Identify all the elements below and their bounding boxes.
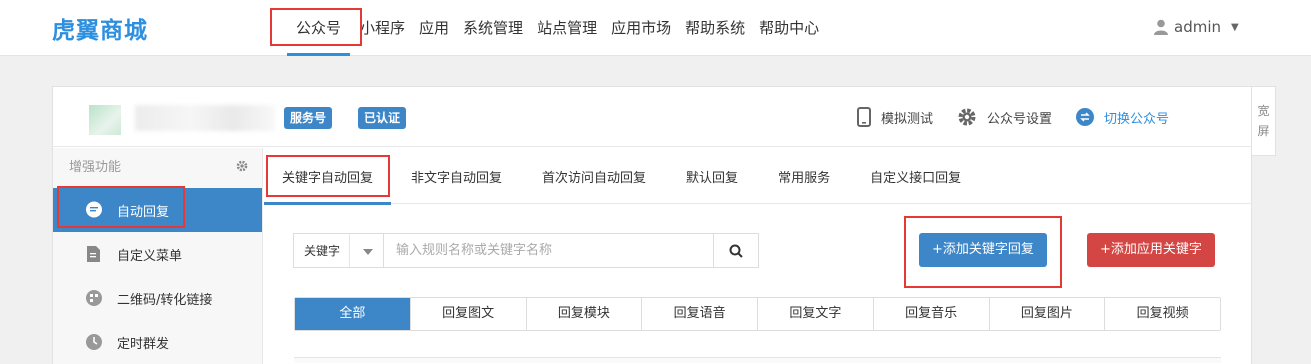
top-navbar: 虎翼商城 公众号 小程序 应用 系统管理 站点管理 应用市场 帮助系统 帮助中心… [0, 0, 1311, 56]
search-icon [729, 244, 743, 258]
qrcode-icon [85, 289, 103, 307]
top-nav: 公众号 小程序 应用 系统管理 站点管理 应用市场 帮助系统 帮助中心 [284, 0, 826, 56]
nav-system-management[interactable]: 系统管理 [456, 0, 530, 56]
rules-table-header [294, 357, 1221, 363]
service-account-badge: 服务号 [284, 107, 333, 129]
nav-site-management[interactable]: 站点管理 [530, 0, 604, 56]
nav-apps[interactable]: 应用 [412, 0, 456, 56]
caret-down-icon [363, 249, 373, 255]
wide-screen-toggle[interactable]: 宽屏 [1252, 86, 1276, 156]
tab-keyword-auto-reply[interactable]: 关键字自动回复 [264, 148, 392, 205]
sidebar: 增强功能 自动回复 自定义菜单 二维码/转化链接 定时群发 [53, 148, 263, 364]
add-keyword-reply-button[interactable]: +添加关键字回复 [919, 233, 1047, 267]
sidebar-item-scheduled-broadcast[interactable]: 定时群发 [53, 320, 262, 364]
switch-account-label: 切换公众号 [1104, 111, 1170, 127]
filter-all[interactable]: 全部 [295, 298, 411, 330]
sidebar-item-label: 定时群发 [117, 336, 170, 352]
verified-badge: 已认证 [358, 107, 407, 129]
sidebar-item-label: 自定义菜单 [117, 248, 183, 264]
add-app-keyword-button[interactable]: +添加应用关键字 [1087, 233, 1215, 267]
select-divider [349, 234, 350, 267]
document-edit-icon [85, 245, 103, 263]
username: admin [1174, 18, 1221, 36]
switch-icon [1076, 108, 1095, 126]
brand-logo[interactable]: 虎翼商城 [52, 10, 148, 46]
nav-app-market[interactable]: 应用市场 [604, 0, 678, 56]
nav-help-system[interactable]: 帮助系统 [678, 0, 752, 56]
sidebar-item-custom-menu[interactable]: 自定义菜单 [53, 232, 262, 276]
nav-mini-program[interactable]: 小程序 [353, 0, 412, 56]
main-panel: 服务号 已认证 模拟测试 公众号设置 切换公众号 增强功能 自动回复 自定义菜单… [52, 86, 1252, 364]
filter-module[interactable]: 回复模块 [527, 298, 643, 330]
nav-wechat-official[interactable]: 公众号 [284, 0, 353, 56]
account-settings-label: 公众号设置 [987, 111, 1053, 127]
reply-type-filters: 全部 回复图文 回复模块 回复语音 回复文字 回复音乐 回复图片 回复视频 [294, 297, 1221, 331]
reply-tabs: 关键字自动回复 非文字自动回复 首次访问自动回复 默认回复 常用服务 自定义接口… [264, 148, 1252, 205]
filter-image[interactable]: 回复图片 [990, 298, 1106, 330]
account-settings-button[interactable]: 公众号设置 [957, 107, 1052, 127]
sidebar-item-auto-reply[interactable]: 自动回复 [53, 188, 262, 232]
sidebar-item-qrcode[interactable]: 二维码/转化链接 [53, 276, 262, 320]
search-bar: 关键字 [293, 233, 759, 268]
sidebar-header-label: 增强功能 [69, 160, 122, 175]
tab-custom-api-reply[interactable]: 自定义接口回复 [850, 148, 981, 204]
account-actions: 模拟测试 公众号设置 切换公众号 [857, 105, 1193, 129]
tab-default-reply[interactable]: 默认回复 [666, 148, 758, 204]
gear-icon [958, 108, 976, 126]
switch-account-button[interactable]: 切换公众号 [1076, 108, 1169, 127]
user-menu[interactable]: admin ▼ [1154, 16, 1239, 38]
filter-video[interactable]: 回复视频 [1105, 298, 1220, 330]
search-input[interactable] [383, 233, 714, 268]
clock-icon [85, 333, 103, 351]
sidebar-item-label: 自动回复 [117, 204, 170, 220]
filter-text[interactable]: 回复文字 [758, 298, 874, 330]
account-name-blurred [135, 105, 275, 131]
user-icon [1154, 19, 1168, 35]
search-type-select[interactable]: 关键字 [293, 233, 383, 268]
account-avatar [89, 105, 121, 135]
search-type-value: 关键字 [304, 244, 341, 258]
nav-help-center[interactable]: 帮助中心 [752, 0, 826, 56]
simulate-test-label: 模拟测试 [881, 111, 934, 127]
chat-bubble-icon [85, 201, 103, 219]
phone-icon [857, 107, 871, 127]
sidebar-gear-icon[interactable] [236, 160, 248, 172]
tab-first-visit-reply[interactable]: 首次访问自动回复 [522, 148, 666, 204]
filter-music[interactable]: 回复音乐 [874, 298, 990, 330]
filter-news[interactable]: 回复图文 [411, 298, 527, 330]
simulate-test-button[interactable]: 模拟测试 [857, 107, 933, 127]
filter-voice[interactable]: 回复语音 [642, 298, 758, 330]
tab-common-services[interactable]: 常用服务 [758, 148, 850, 204]
account-header: 服务号 已认证 模拟测试 公众号设置 切换公众号 [53, 87, 1251, 147]
tab-non-text-auto-reply[interactable]: 非文字自动回复 [391, 148, 522, 204]
chevron-down-icon: ▼ [1231, 21, 1239, 33]
wide-screen-label: 宽屏 [1257, 104, 1270, 138]
sidebar-item-label: 二维码/转化链接 [117, 292, 213, 308]
right-gutter [1276, 86, 1311, 364]
sidebar-header: 增强功能 [53, 148, 262, 188]
search-button[interactable] [714, 233, 759, 268]
